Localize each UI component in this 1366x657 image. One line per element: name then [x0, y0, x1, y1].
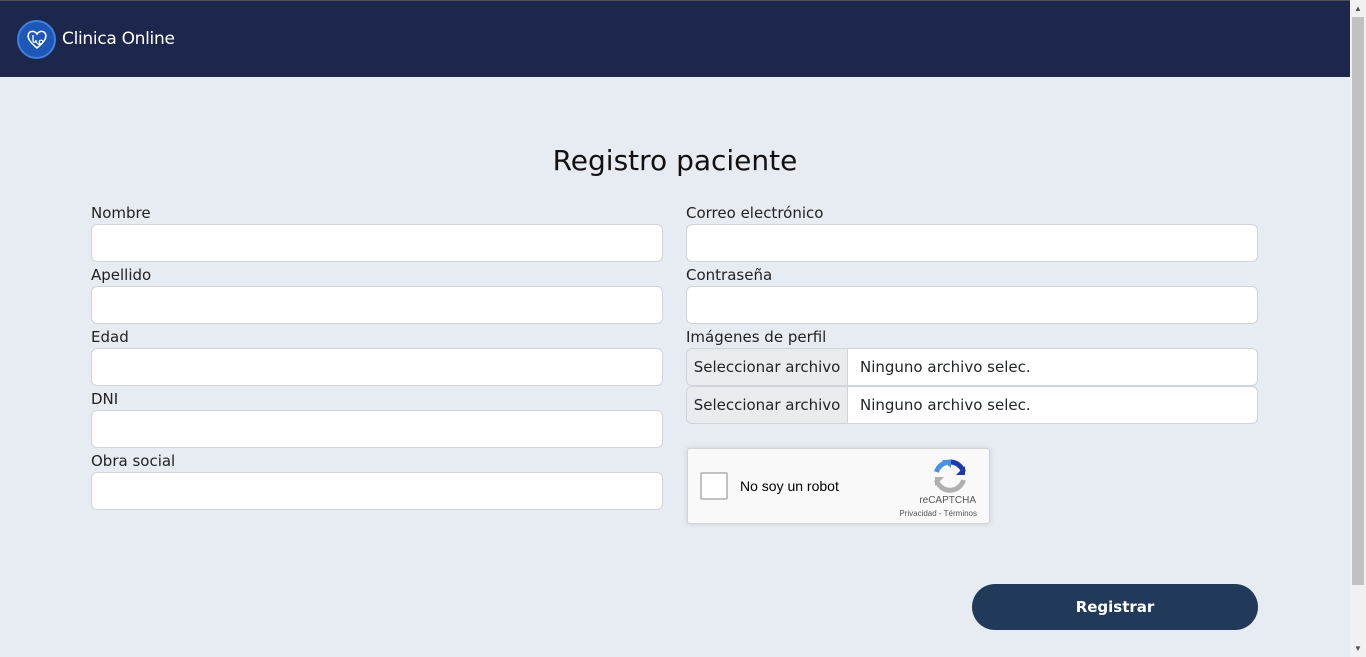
file-input-1[interactable]: Seleccionar archivo Ninguno archivo sele… — [686, 348, 1258, 386]
main-content: Registro paciente Nombre Apellido Edad D… — [0, 77, 1350, 657]
obra-social-label: Obra social — [91, 452, 176, 470]
recaptcha-widget: No soy un robot reCAPTCHA Privacidad - T… — [687, 448, 990, 524]
register-button[interactable]: Registrar — [972, 584, 1258, 630]
apellido-label: Apellido — [91, 266, 152, 284]
form-right-column: Correo electrónico Contraseña Imágenes d… — [686, 204, 1258, 424]
choose-file-button-1[interactable]: Seleccionar archivo — [687, 349, 848, 385]
email-label: Correo electrónico — [686, 204, 824, 222]
recaptcha-links[interactable]: Privacidad - Términos — [899, 509, 977, 518]
profile-images-label: Imágenes de perfil — [686, 328, 827, 346]
recaptcha-brand: reCAPTCHA — [919, 495, 976, 506]
file-input-2[interactable]: Seleccionar archivo Ninguno archivo sele… — [686, 386, 1258, 424]
scroll-down-arrow-icon[interactable]: ▼ — [1350, 640, 1366, 657]
scrollbar-thumb[interactable] — [1352, 17, 1364, 585]
file-status-2: Ninguno archivo selec. — [860, 396, 1031, 414]
recaptcha-label: No soy un robot — [740, 478, 839, 494]
apellido-input[interactable] — [91, 286, 663, 324]
choose-file-button-2[interactable]: Seleccionar archivo — [687, 387, 848, 423]
email-input[interactable] — [686, 224, 1258, 262]
password-input[interactable] — [686, 286, 1258, 324]
file-status-1: Ninguno archivo selec. — [860, 358, 1031, 376]
brand-name: Clinica Online — [62, 29, 175, 49]
page-title: Registro paciente — [552, 144, 798, 177]
nombre-label: Nombre — [91, 204, 151, 222]
heart-stethoscope-icon — [17, 19, 56, 59]
navbar: Clinica Online — [0, 1, 1350, 77]
scroll-up-arrow-icon[interactable]: ▲ — [1350, 0, 1366, 17]
edad-input[interactable] — [91, 348, 663, 386]
recaptcha-checkbox[interactable] — [700, 472, 728, 500]
vertical-scrollbar[interactable]: ▲ ▼ — [1350, 0, 1366, 657]
password-label: Contraseña — [686, 266, 773, 284]
dni-input[interactable] — [91, 410, 663, 448]
obra-social-input[interactable] — [91, 472, 663, 510]
dni-label: DNI — [91, 390, 119, 408]
recaptcha-icon — [934, 459, 966, 493]
brand-link[interactable]: Clinica Online — [17, 19, 175, 59]
nombre-input[interactable] — [91, 224, 663, 262]
form-left-column: Nombre Apellido Edad DNI Obra social — [91, 204, 663, 514]
edad-label: Edad — [91, 328, 129, 346]
